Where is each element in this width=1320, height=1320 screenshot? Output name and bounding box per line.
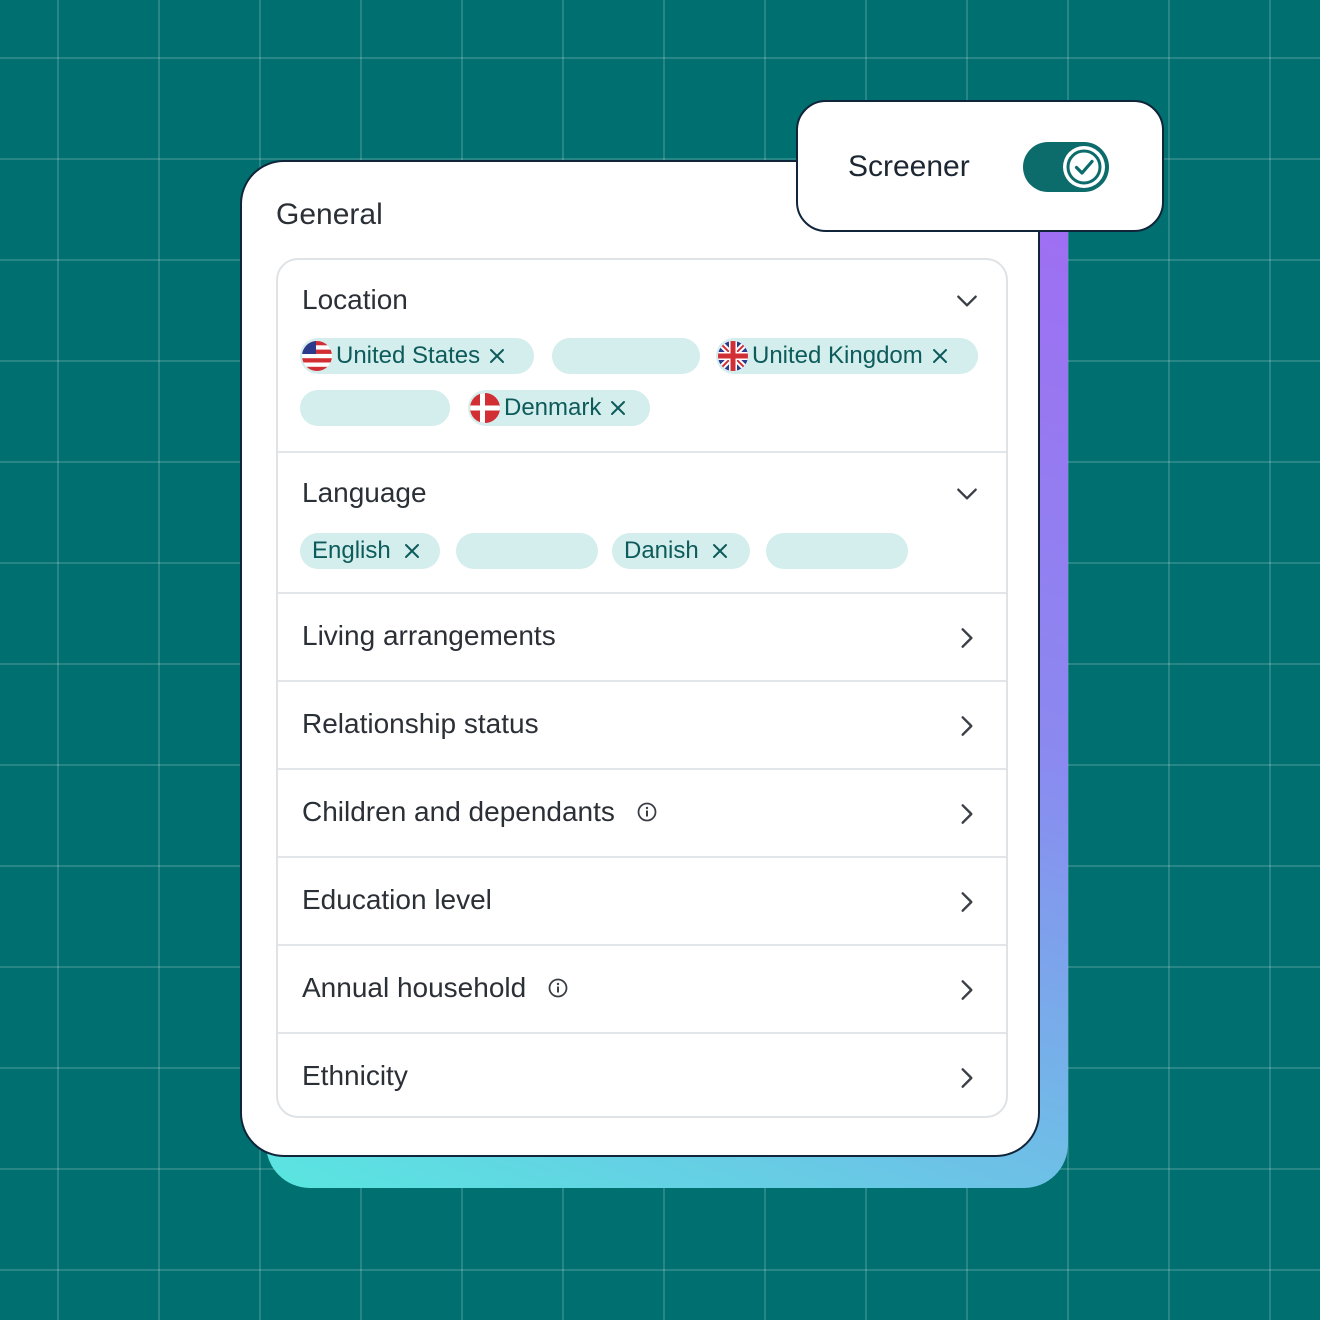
close-icon[interactable]	[488, 347, 506, 365]
check-icon	[1066, 149, 1102, 185]
row-living-arrangements[interactable]: Living arrangements	[278, 594, 1006, 682]
uk-flag-icon	[718, 341, 748, 371]
row-ethnicity[interactable]: Ethnicity	[278, 1034, 1006, 1116]
row-label-container: Children and dependants	[302, 796, 657, 828]
row-annual-household[interactable]: Annual household	[278, 946, 1006, 1034]
chip-label: English	[312, 537, 391, 564]
close-icon[interactable]	[403, 542, 421, 560]
row-label: Ethnicity	[302, 1060, 408, 1091]
row-label: Education level	[302, 884, 492, 915]
chip-united-states: United States	[300, 338, 534, 374]
chip-label: Danish	[624, 537, 699, 564]
close-icon[interactable]	[609, 399, 627, 417]
info-icon[interactable]	[548, 978, 568, 998]
section-location-label: Location	[302, 284, 408, 315]
filter-panel: Location United States United Kingdom De…	[276, 258, 1008, 1118]
row-relationship-status[interactable]: Relationship status	[278, 682, 1006, 770]
chevron-right-icon[interactable]	[954, 713, 980, 739]
chevron-right-icon[interactable]	[954, 889, 980, 915]
chip-placeholder	[552, 338, 700, 374]
row-label-container: Annual household	[302, 972, 568, 1004]
chip-placeholder	[300, 390, 450, 426]
info-icon[interactable]	[637, 802, 657, 822]
row-education-level[interactable]: Education level	[278, 858, 1006, 946]
chevron-right-icon[interactable]	[954, 977, 980, 1003]
close-icon[interactable]	[931, 347, 949, 365]
section-language[interactable]: Language English Danish	[278, 453, 1006, 594]
chevron-down-icon[interactable]	[954, 481, 980, 507]
chip-danish: Danish	[612, 533, 750, 569]
chip-label: United States	[336, 342, 481, 369]
section-location[interactable]: Location United States United Kingdom De…	[278, 260, 1006, 453]
screener-toggle[interactable]	[1023, 142, 1109, 192]
chip-label: Denmark	[504, 394, 602, 421]
card-title: General	[276, 198, 383, 231]
chevron-down-icon[interactable]	[954, 288, 980, 314]
us-flag-icon	[302, 341, 332, 371]
denmark-flag-icon	[470, 393, 500, 423]
row-label: Relationship status	[302, 708, 539, 739]
chip-denmark: Denmark	[468, 390, 650, 426]
chip-placeholder	[766, 533, 908, 569]
chevron-right-icon[interactable]	[954, 1065, 980, 1091]
screener-label: Screener	[848, 150, 970, 183]
section-language-label: Language	[302, 477, 427, 508]
close-icon[interactable]	[711, 542, 729, 560]
chip-united-kingdom: United Kingdom	[716, 338, 978, 374]
row-label: Annual household	[302, 972, 527, 1003]
chip-placeholder	[456, 533, 598, 569]
screener-toggle-card: Screener	[796, 100, 1164, 232]
row-label: Children and dependants	[302, 796, 615, 827]
general-card: General Location United States United Ki…	[240, 160, 1040, 1157]
toggle-knob	[1063, 146, 1105, 188]
chip-english: English	[300, 533, 440, 569]
chevron-right-icon[interactable]	[954, 625, 980, 651]
chip-label: United Kingdom	[752, 342, 923, 369]
row-children-and-dependants[interactable]: Children and dependants	[278, 770, 1006, 858]
chevron-right-icon[interactable]	[954, 801, 980, 827]
row-label: Living arrangements	[302, 620, 556, 651]
